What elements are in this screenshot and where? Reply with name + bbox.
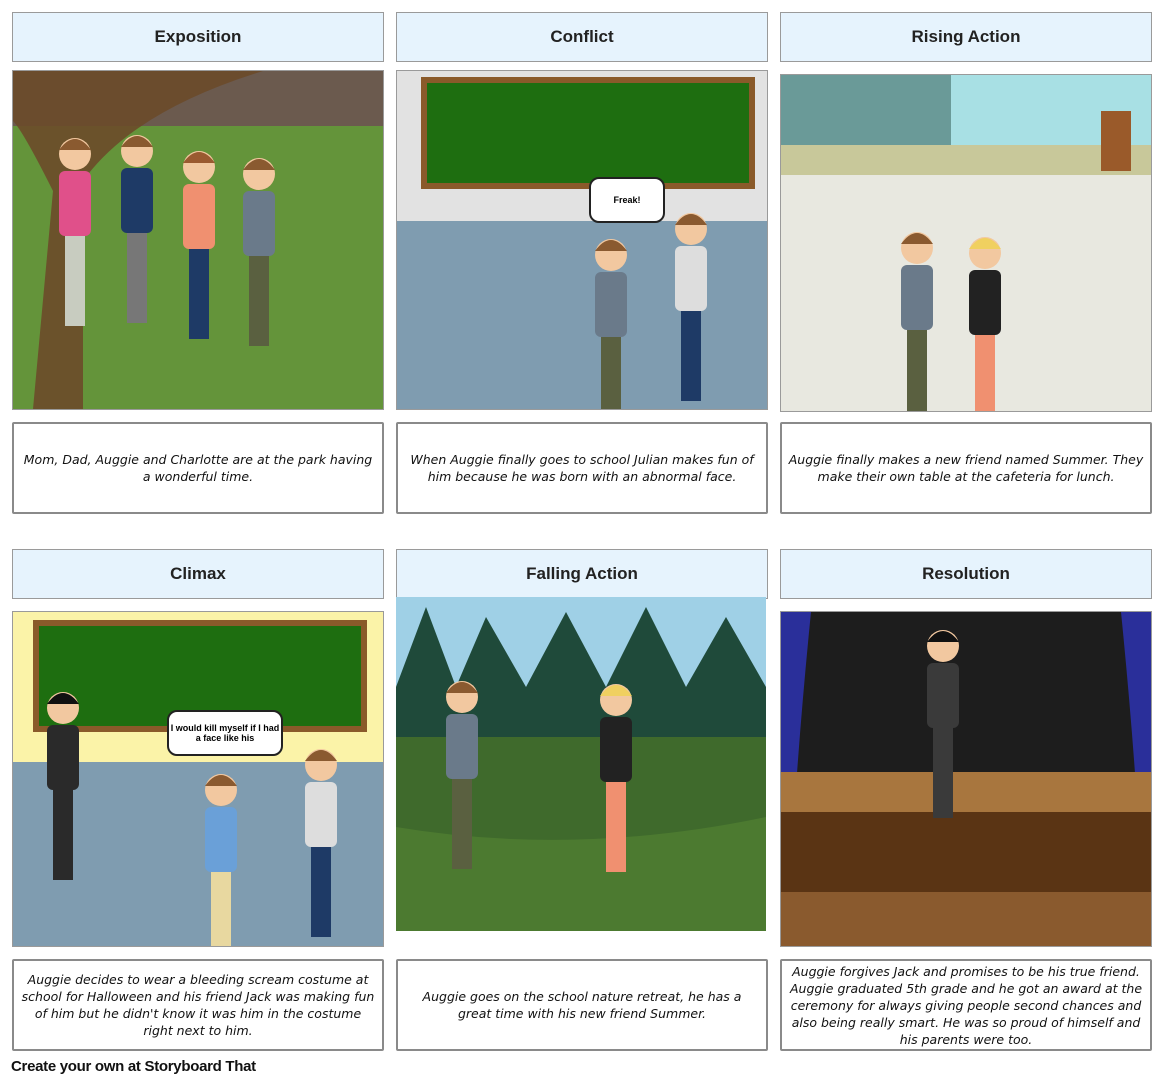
- panel-caption: When Auggie finally goes to school Julia…: [396, 422, 768, 514]
- speech-bubble: I would kill myself if I had a face like…: [167, 710, 283, 756]
- panel-caption: Auggie goes on the school nature retreat…: [396, 959, 768, 1051]
- panel-caption: Auggie forgives Jack and promises to be …: [780, 959, 1152, 1051]
- panel-title: Climax: [12, 549, 384, 599]
- panel-title: Conflict: [396, 12, 768, 62]
- scene-classroom-halloween: I would kill myself if I had a face like…: [12, 611, 384, 947]
- panel-title: Falling Action: [396, 549, 768, 599]
- panel-caption: Auggie decides to wear a bleeding scream…: [12, 959, 384, 1051]
- panel-title: Resolution: [780, 549, 1152, 599]
- panel-caption: Mom, Dad, Auggie and Charlotte are at th…: [12, 422, 384, 514]
- panel-caption: Auggie finally makes a new friend named …: [780, 422, 1152, 514]
- scene-stage: [780, 611, 1152, 947]
- scene-classroom: Freak!: [396, 70, 768, 410]
- panel-title: Exposition: [12, 12, 384, 62]
- scene-park: [12, 70, 384, 410]
- panel-title: Rising Action: [780, 12, 1152, 62]
- speech-bubble: Freak!: [589, 177, 665, 223]
- footer-link[interactable]: Create your own at Storyboard That: [11, 1058, 256, 1075]
- scene-cafeteria: [780, 74, 1152, 412]
- scene-forest: [396, 597, 766, 931]
